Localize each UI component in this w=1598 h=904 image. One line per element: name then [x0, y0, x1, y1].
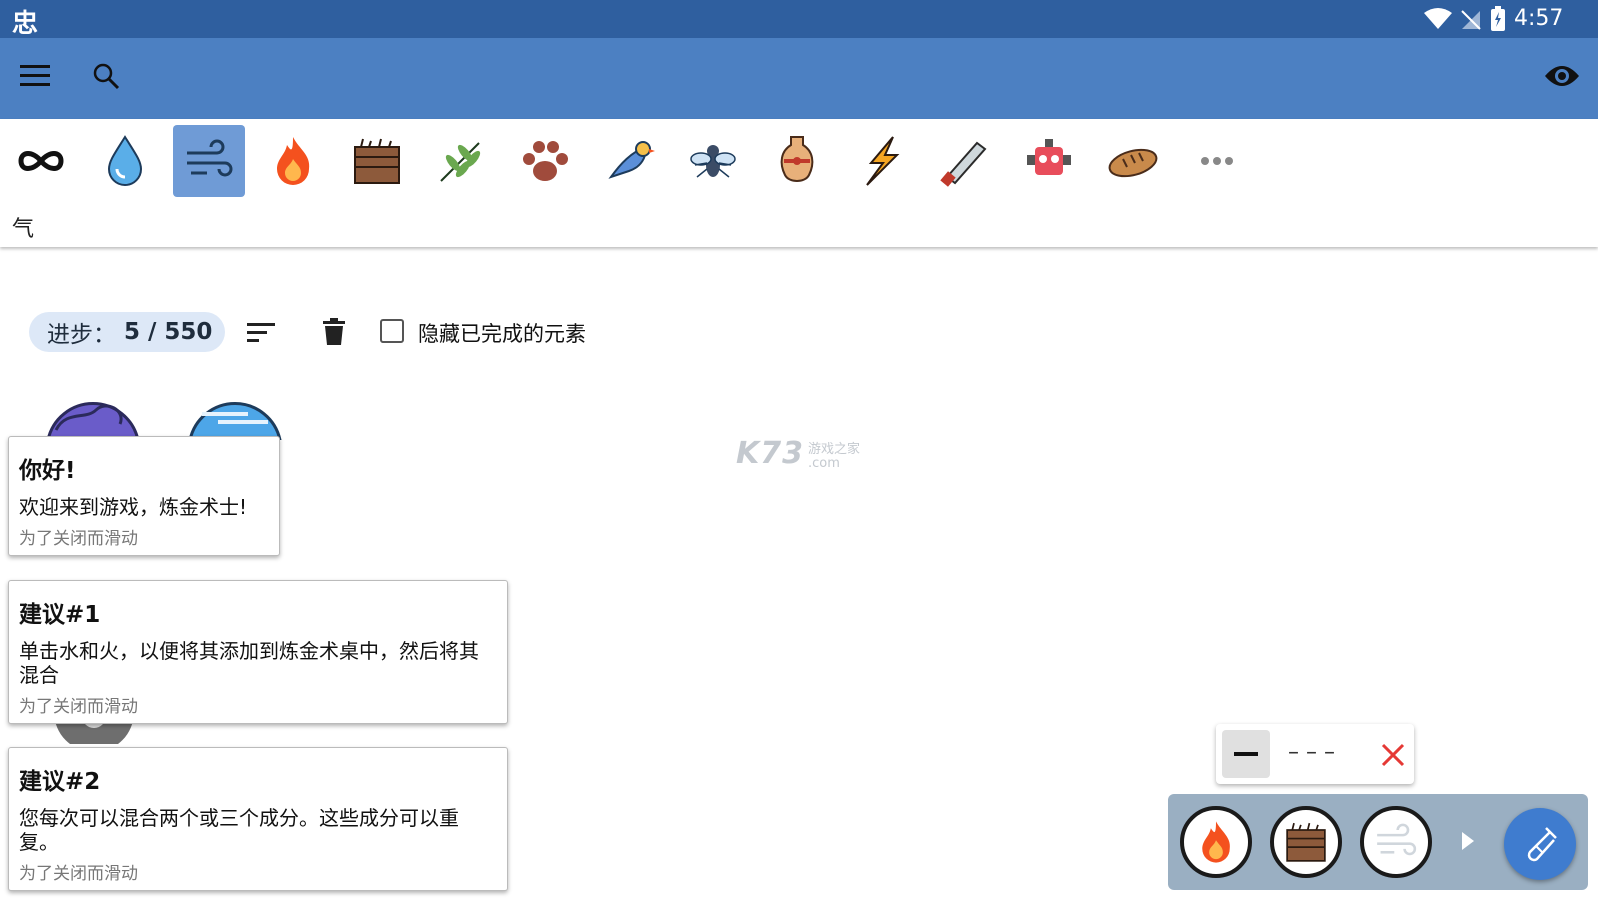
search-icon[interactable] [92, 62, 120, 90]
hint-card-swipe: 为了关闭而滑动 [19, 864, 138, 884]
bread-icon [1108, 148, 1158, 178]
eye-icon[interactable] [1544, 62, 1580, 90]
hint-card-swipe: 为了关闭而滑动 [19, 529, 138, 549]
progress-pill: 进步： 5 / 550 [29, 312, 225, 352]
hint-card-body: 您每次可以混合两个或三个成分。这些成分可以重复。 [19, 806, 459, 854]
delete-icon[interactable] [322, 318, 346, 346]
hide-completed-label: 隐藏已完成的元素 [418, 322, 586, 346]
hint-card-title: 你好! [19, 458, 76, 484]
category-vessels[interactable] [761, 125, 833, 197]
category-bar: 气 [0, 119, 1598, 247]
wifi-icon [1424, 8, 1452, 29]
app-logo: 忠 [12, 9, 39, 39]
watermark-domain: .com [808, 456, 840, 471]
menu-icon[interactable] [20, 65, 50, 87]
collapse-button[interactable] [1222, 730, 1270, 778]
category-birds[interactable] [593, 125, 665, 197]
mix-slot-earth[interactable] [1270, 806, 1342, 878]
hint-card-1[interactable]: 建议#1 单击水和火，以便将其添加到炼金术桌中，然后将其混合 为了关闭而滑动 [8, 580, 508, 724]
close-icon[interactable] [1381, 743, 1405, 767]
mix-slot-fire[interactable] [1180, 806, 1252, 878]
hint-card-title: 建议#1 [19, 602, 101, 628]
mix-slots-dashes: – – – [1288, 740, 1335, 765]
category-insects[interactable] [677, 125, 749, 197]
test-tube-icon [1527, 827, 1557, 862]
fire-icon [1202, 821, 1230, 863]
category-infinity[interactable] [5, 125, 77, 197]
mix-controls: – – – [1216, 724, 1414, 784]
infinity-icon [18, 151, 64, 171]
vase-icon [780, 136, 814, 182]
watermark-text: K73 [736, 436, 804, 471]
fire-icon [277, 137, 310, 185]
water-drop-icon [107, 135, 143, 186]
hint-card-2[interactable]: 建议#2 您每次可以混合两个或三个成分。这些成分可以重复。 为了关闭而滑动 [8, 747, 508, 891]
selected-category-label: 气 [12, 217, 35, 242]
category-machines[interactable] [1013, 125, 1085, 197]
no-signal-icon [1461, 10, 1481, 30]
hint-card-body: 欢迎来到游戏，炼金术士! [19, 495, 248, 519]
watermark: K73 游戏之家 .com [736, 436, 860, 471]
wind-icon [187, 139, 233, 177]
progress-label: 进步： [47, 322, 116, 348]
progress-value: 5 / 550 [124, 319, 213, 345]
category-air[interactable] [173, 125, 245, 197]
saw-icon [940, 141, 987, 187]
app-bar [0, 38, 1598, 119]
status-bar: 忠 4:57 [0, 0, 1598, 39]
category-plant[interactable] [425, 125, 497, 197]
paw-icon [523, 141, 568, 181]
category-water[interactable] [89, 125, 161, 197]
category-food[interactable] [1097, 125, 1169, 197]
element-air-icon[interactable] [188, 390, 282, 440]
watermark-sub: 游戏之家 [808, 442, 861, 457]
category-tools[interactable] [929, 125, 1001, 197]
element-steam-icon[interactable] [46, 390, 140, 440]
earth-icon [354, 138, 400, 184]
sort-icon[interactable] [247, 322, 277, 344]
hint-card-swipe: 为了关闭而滑动 [19, 697, 138, 717]
minus-icon [1234, 752, 1258, 756]
category-more[interactable] [1181, 125, 1253, 197]
wind-icon [1377, 823, 1417, 856]
mix-fab-button[interactable] [1504, 808, 1576, 880]
category-energy[interactable] [845, 125, 917, 197]
play-arrow-icon[interactable] [1462, 832, 1474, 850]
mix-slot-air[interactable] [1360, 806, 1432, 878]
earth-icon [1286, 822, 1326, 862]
hint-card-welcome[interactable]: 你好! 欢迎来到游戏，炼金术士! 为了关闭而滑动 [8, 436, 280, 556]
hide-completed-checkbox[interactable] [380, 319, 404, 343]
lightning-icon [866, 136, 900, 186]
robot-icon [1027, 139, 1071, 175]
category-fire[interactable] [257, 125, 329, 197]
more-icon [1201, 157, 1233, 165]
hint-card-body: 单击水和火，以便将其添加到炼金术桌中，然后将其混合 [19, 639, 479, 687]
category-animals[interactable] [509, 125, 581, 197]
battery-icon [1491, 6, 1505, 31]
hint-card-title: 建议#2 [19, 769, 101, 795]
clock: 4:57 [1514, 6, 1564, 31]
category-earth[interactable] [341, 125, 413, 197]
bird-icon [608, 141, 655, 179]
plant-icon [440, 142, 481, 182]
fly-icon [690, 145, 736, 178]
